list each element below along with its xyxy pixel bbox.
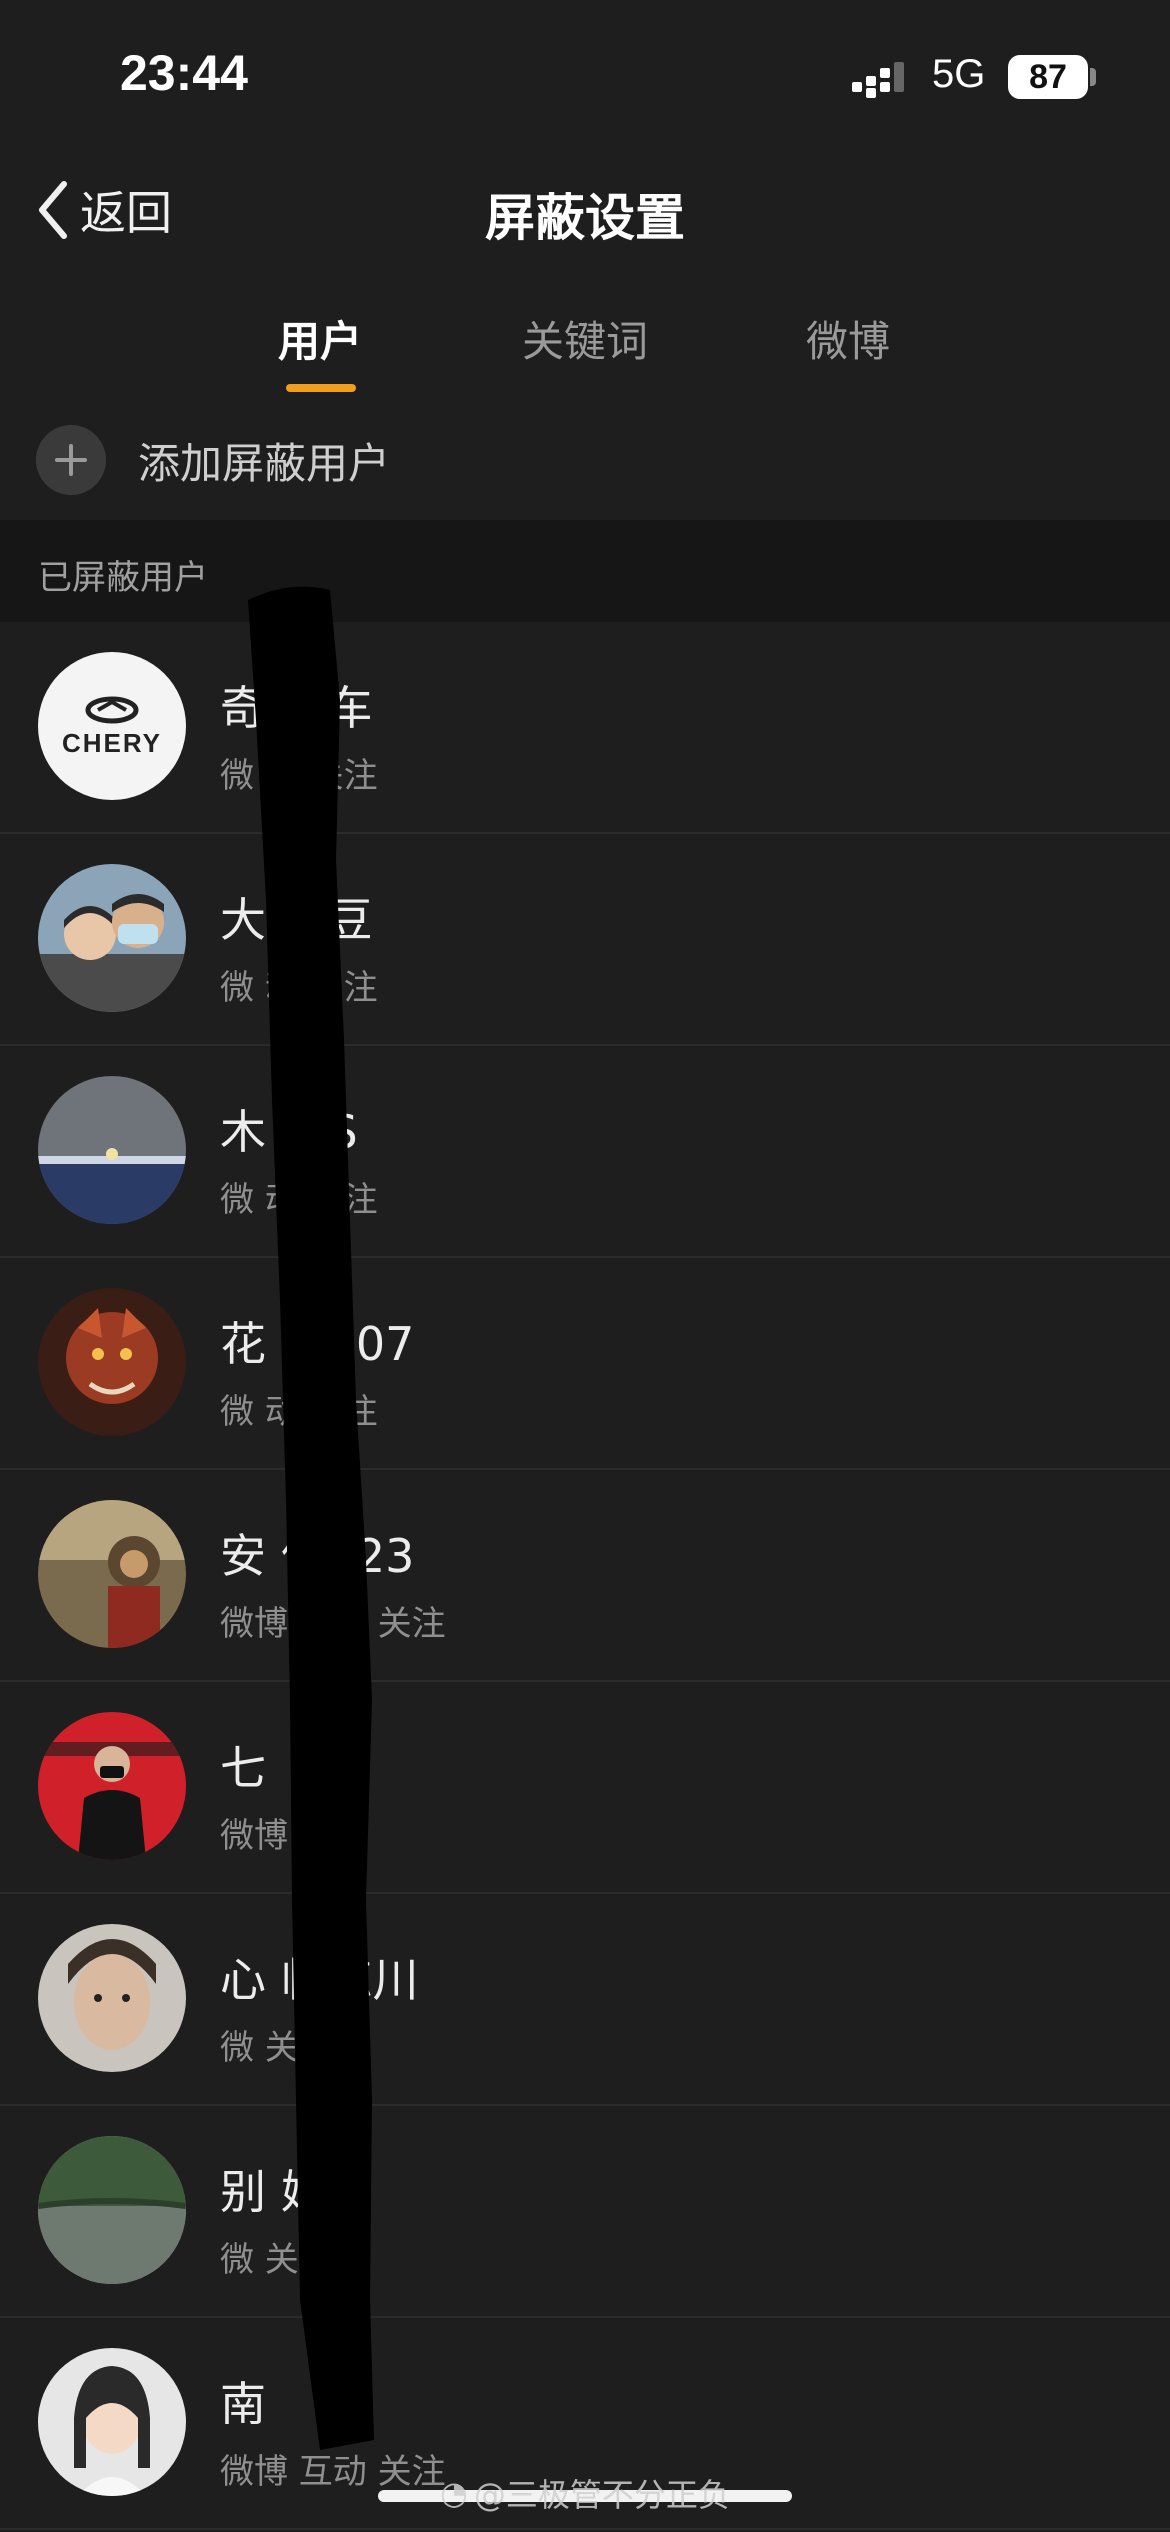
page-title: 屏蔽设置 — [485, 189, 685, 247]
user-meta: 微 动 关注 — [220, 756, 378, 796]
user-meta: 微 动 关注 — [220, 1180, 378, 1220]
add-blocked-user-label: 添加屏蔽用户 — [138, 438, 391, 488]
svg-text:CHERY: CHERY — [62, 728, 162, 758]
status-bar: 23:44 5G 87 — [0, 0, 1170, 150]
user-meta: 微博 互动 关注 — [220, 2452, 446, 2492]
list-item[interactable]: 木 ssS 微 动 关注 — [0, 1046, 1170, 1258]
battery-icon: 87 — [1008, 55, 1088, 99]
user-name: 花 缺007 — [220, 1317, 415, 1371]
tab-bar: 用户 关键词 微博 — [0, 300, 1170, 400]
weibo-icon: ◔ — [440, 2474, 468, 2512]
add-blocked-user-button[interactable]: 添加屏蔽用户 — [0, 400, 1170, 520]
list-item[interactable]: 七 微博 关注 — [0, 1682, 1170, 1894]
battery-tip — [1090, 68, 1096, 86]
avatar — [38, 2136, 186, 2284]
user-meta: 微 动 关注 — [220, 1392, 378, 1432]
list-item[interactable]: 心 临忘川 微 关注 — [0, 1894, 1170, 2106]
avatar — [38, 1076, 186, 1224]
watermark-text: @三极管不分正负 — [473, 2476, 730, 2514]
network-type: 5G — [932, 52, 986, 96]
user-meta: 微 关注 — [220, 2240, 333, 2280]
list-item[interactable]: CHERY 奇 汽车 微 动 关注 — [0, 622, 1170, 834]
plus-icon — [36, 425, 106, 495]
user-name: 木 ssS — [220, 1105, 358, 1159]
user-name: 南 — [220, 2377, 266, 2431]
chevron-left-icon — [39, 181, 67, 239]
avatar — [38, 1500, 186, 1648]
avatar — [38, 1288, 186, 1436]
section-header: 已屏蔽用户 — [0, 520, 1170, 622]
back-label: 返回 — [80, 186, 172, 240]
tab-weibo[interactable]: 微博 — [806, 308, 890, 369]
user-meta: 微 动 关注 — [220, 968, 378, 1008]
nav-bar: 屏蔽设置 返回 — [0, 160, 1170, 260]
tab-users[interactable]: 用户 — [278, 308, 362, 369]
user-name: 奇 汽车 — [220, 681, 373, 735]
list-item[interactable]: 花 缺007 微 动 关注 — [0, 1258, 1170, 1470]
battery-level: 87 — [1029, 58, 1067, 96]
avatar: CHERY — [38, 652, 186, 800]
tab-indicator — [286, 384, 356, 392]
status-time: 23:44 — [120, 45, 248, 101]
avatar — [38, 2348, 186, 2496]
user-name: 七 — [220, 1741, 266, 1795]
user-name: 安 仔123 — [220, 1529, 415, 1583]
user-meta: 微博 互动 关注 — [220, 1604, 446, 1644]
blocked-user-list: CHERY 奇 汽车 微 动 关注 大 毛豆 微 动 关注 木 ssS 微 动 … — [0, 622, 1170, 2530]
user-name: 心 临忘川 — [220, 1953, 419, 2007]
list-item[interactable]: 别 娇情 微 关注 — [0, 2106, 1170, 2318]
avatar — [38, 1712, 186, 1860]
user-meta: 微博 关注 — [220, 1816, 367, 1856]
list-item[interactable]: 安 仔123 微博 互动 关注 — [0, 1470, 1170, 1682]
user-name: 大 毛豆 — [220, 893, 373, 947]
user-meta: 微 关注 — [220, 2028, 333, 2068]
user-name: 别 娇情 — [220, 2165, 373, 2219]
avatar — [38, 1924, 186, 2072]
signal-icon — [852, 62, 904, 98]
back-button[interactable]: 返回 — [36, 178, 172, 242]
list-item[interactable]: 大 毛豆 微 动 关注 — [0, 834, 1170, 1046]
watermark: ◔ @三极管不分正负 — [440, 2470, 730, 2516]
section-title: 已屏蔽用户 — [38, 558, 208, 598]
tab-keywords[interactable]: 关键词 — [522, 308, 648, 369]
avatar — [38, 864, 186, 1012]
